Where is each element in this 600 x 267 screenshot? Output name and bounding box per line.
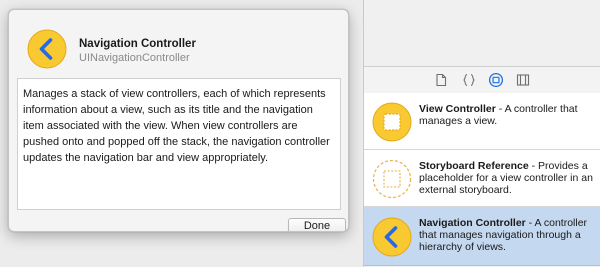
library-item-navigation-controller[interactable]: Navigation Controller - A controller tha… <box>364 207 600 266</box>
popover-class-name: UINavigationController <box>79 52 190 64</box>
library-panel: View Controller - A controller that mana… <box>363 0 600 267</box>
navigation-controller-icon <box>372 217 412 257</box>
object-info-popover: Navigation Controller UINavigationContro… <box>8 9 349 232</box>
popover-header: Navigation Controller UINavigationContro… <box>9 10 348 70</box>
library-item-text: Navigation Controller - A controller tha… <box>419 217 595 253</box>
library-item-view-controller[interactable]: View Controller - A controller that mana… <box>364 93 600 150</box>
library-item-separator: - <box>525 217 535 229</box>
inspector-area <box>364 0 600 66</box>
view-controller-icon <box>372 102 412 142</box>
popover-title: Navigation Controller <box>79 38 196 50</box>
library-item-storyboard-reference[interactable]: Storyboard Reference - Provides a placeh… <box>364 150 600 207</box>
popover-description: Manages a stack of view controllers, eac… <box>23 88 330 164</box>
library-item-name: View Controller <box>419 103 496 115</box>
library-item-separator: - <box>528 160 539 172</box>
media-library-icon[interactable] <box>515 72 531 88</box>
library-toolbar <box>364 66 600 94</box>
popover-description-box: Manages a stack of view controllers, eac… <box>17 78 341 210</box>
code-snippet-icon[interactable] <box>461 72 477 88</box>
file-template-icon[interactable] <box>433 72 449 88</box>
library-item-text: View Controller - A controller that mana… <box>419 103 595 127</box>
navigation-controller-icon <box>27 29 67 69</box>
library-item-separator: - <box>495 103 505 115</box>
library-item-name: Navigation Controller <box>419 217 526 229</box>
storyboard-reference-icon <box>372 159 412 199</box>
object-library-icon[interactable] <box>488 72 504 88</box>
done-button[interactable]: Done <box>288 218 346 231</box>
library-item-name: Storyboard Reference <box>419 160 529 172</box>
library-item-text: Storyboard Reference - Provides a placeh… <box>419 160 595 196</box>
